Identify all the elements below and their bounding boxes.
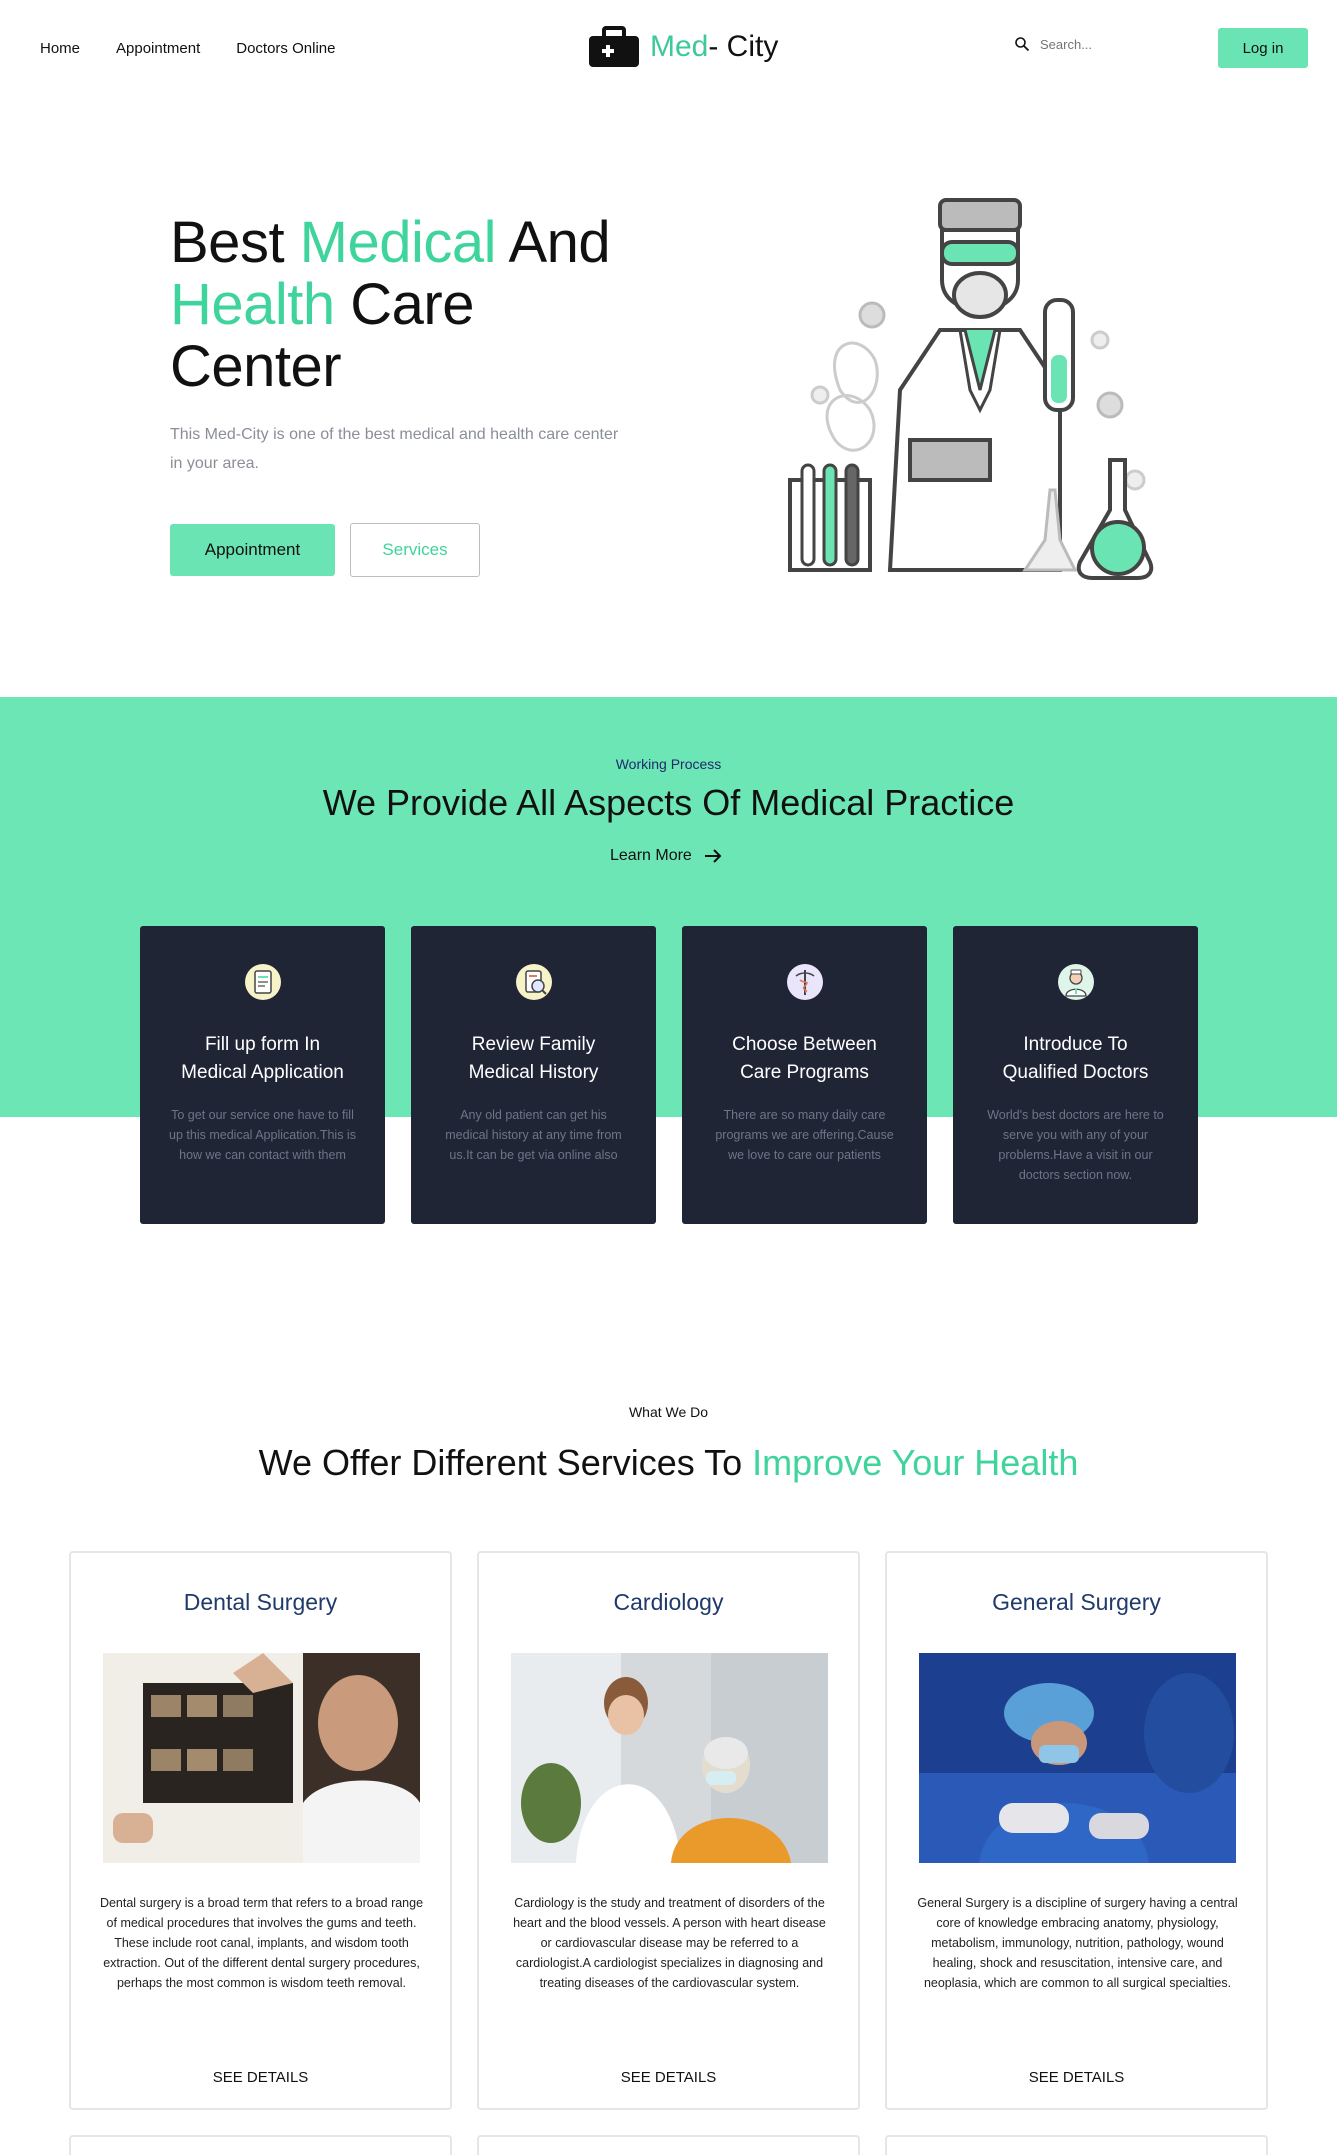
nav-home-link[interactable]: Home (40, 40, 80, 57)
search-input[interactable] (1040, 36, 1160, 52)
service-card-title: Dental Surgery (183, 1589, 338, 1615)
see-details-link[interactable]: SEE DETAILS (479, 2069, 858, 2086)
service-card-cardiology: Cardiology Cardiology is the study and t… (477, 1551, 860, 2110)
general-surgery-photo (919, 1653, 1236, 1863)
process-card: Review Family Medical History Any old pat… (411, 926, 656, 1224)
hero-appointment-button[interactable]: Appointment (170, 524, 335, 576)
service-card-dental: Dental Surgery Dental surgery is a broad… (69, 1551, 452, 2110)
service-card-title: General Surgery (992, 1589, 1161, 1615)
service-card-text: Dental surgery is a broad term that refe… (99, 1896, 424, 1990)
cardiology-photo (511, 1653, 828, 1863)
next-row-card (885, 2135, 1268, 2155)
see-details-link[interactable]: SEE DETAILS (887, 2069, 1266, 2086)
medical-kit-icon (589, 26, 639, 67)
process-card-text: World's best doctors are here to serve y… (987, 1108, 1164, 1182)
services-title: We Offer Different Services To Improve Y… (258, 1442, 1079, 1483)
service-cards: Dental Surgery Dental surgery is a broad… (69, 1551, 1268, 2110)
service-card-title: Cardiology (613, 1589, 724, 1615)
process-card: Fill up form In Medical Application To ge… (140, 926, 385, 1224)
process-card-title: Introduce To Qualified Doctors (1002, 1034, 1149, 1083)
process-card-text: Any old patient can get his medical hist… (445, 1108, 622, 1162)
top-navbar: Home Appointment Doctors Online Med- Cit… (0, 0, 1337, 100)
hero-services-button[interactable]: Services (350, 523, 480, 577)
brand-name: Med- City (650, 30, 779, 63)
learn-more-link[interactable]: Learn More (610, 847, 722, 865)
services-eyebrow: What We Do (628, 1404, 709, 1420)
process-card-title: Choose Between Care Programs (732, 1034, 877, 1083)
nav-appointment-link[interactable]: Appointment (116, 40, 200, 57)
learn-more-label: Learn More (610, 847, 692, 864)
service-card-text: Cardiology is the study and treatment of… (513, 1896, 826, 1990)
hero-title: Best Medical And Health Care Center (170, 210, 611, 399)
doctor-illustration (788, 198, 1154, 580)
hero-description: This Med-City is one of the best medical… (170, 426, 619, 472)
process-eyebrow: Working Process (615, 756, 722, 772)
next-row-card (69, 2135, 452, 2155)
medical-form-icon (244, 964, 281, 1000)
process-card: Choose Between Care Programs There are so… (682, 926, 927, 1224)
nav-links: Home Appointment Doctors Online (40, 40, 335, 57)
arrow-right-icon (704, 849, 722, 863)
doctor-icon (1057, 964, 1094, 1000)
service-card-general-surgery: General Surgery General Surgery is a dis… (885, 1551, 1268, 2110)
search-icon (1015, 37, 1030, 52)
search-box (1014, 36, 1160, 52)
see-details-link[interactable]: SEE DETAILS (71, 2069, 450, 2086)
process-cards: Fill up form In Medical Application To ge… (140, 926, 1198, 1224)
process-card-title: Review Family Medical History (468, 1034, 599, 1083)
service-card-text: General Surgery is a discipline of surge… (917, 1896, 1238, 1990)
process-card-title: Fill up form In Medical Application (181, 1034, 344, 1083)
login-button[interactable]: Log in (1218, 28, 1308, 68)
caduceus-icon (786, 964, 823, 1000)
brand-logo[interactable]: Med- City (588, 26, 778, 68)
dental-xray-photo (103, 1653, 420, 1863)
process-card-text: There are so many daily care programs we… (715, 1108, 894, 1162)
process-title: We Provide All Aspects Of Medical Practi… (322, 782, 1015, 823)
process-card: Introduce To Qualified Doctors World's be… (953, 926, 1198, 1224)
next-row-card (477, 2135, 860, 2155)
process-card-text: To get our service one have to fill up t… (169, 1108, 356, 1162)
nav-doctors-online-link[interactable]: Doctors Online (236, 40, 335, 57)
medical-history-icon (515, 964, 552, 1000)
